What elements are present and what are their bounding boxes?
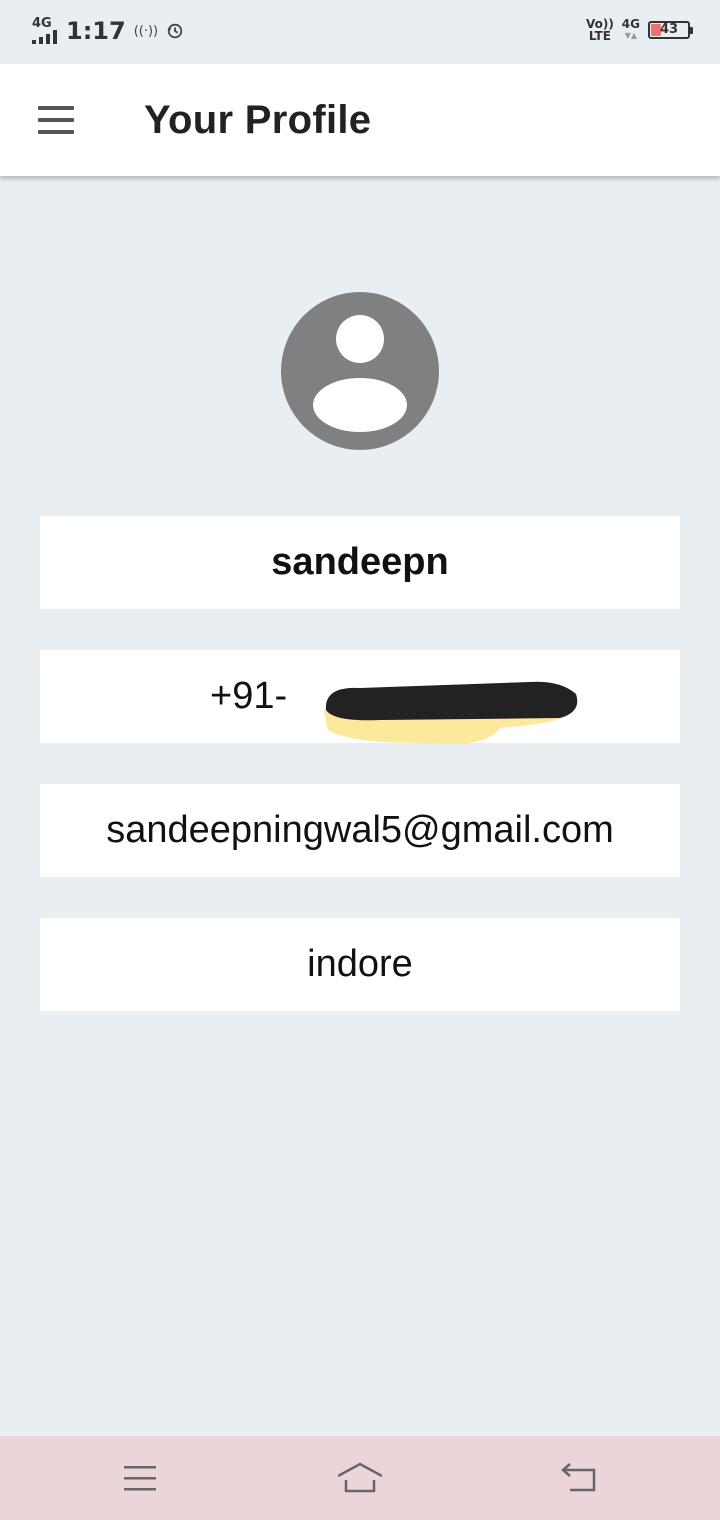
- status-left: 4G 1:17 ((·)): [30, 16, 184, 46]
- mobile-data-icon: 4G ▼▲: [622, 18, 640, 42]
- profile-email-text: sandeepningwal5@gmail.com: [106, 809, 614, 851]
- status-right: Vo)) LTE 4G ▼▲ 43: [586, 18, 693, 42]
- clock: 1:17: [66, 17, 126, 45]
- recents-icon[interactable]: [118, 1458, 162, 1498]
- app-bar: Your Profile: [0, 64, 720, 176]
- signal-icon: 4G: [30, 16, 62, 46]
- history-icon: [167, 23, 183, 39]
- profile-phone: +91-: [40, 650, 680, 744]
- system-nav-bar: [0, 1436, 720, 1520]
- page-title: Your Profile: [144, 98, 372, 142]
- network-type-label: 4G: [32, 16, 52, 31]
- person-icon: [281, 292, 439, 450]
- profile-city-text: indore: [307, 943, 413, 985]
- profile-name-text: sandeepn: [271, 541, 449, 583]
- profile-email: sandeepningwal5@gmail.com: [40, 784, 680, 877]
- redaction-scribble: [324, 681, 578, 744]
- battery-level: 43: [659, 22, 679, 37]
- status-bar: 4G 1:17 ((·)) Vo)) LTE 4G ▼▲ 43: [0, 0, 720, 64]
- profile-city: indore: [40, 918, 680, 1011]
- battery-icon: 43: [648, 21, 693, 39]
- hamburger-menu-icon[interactable]: [34, 104, 78, 136]
- volte-icon: Vo)) LTE: [586, 18, 614, 42]
- profile-name: sandeepn: [40, 516, 680, 609]
- hotspot-icon: ((·)): [133, 23, 159, 39]
- home-icon[interactable]: [338, 1458, 382, 1498]
- mobile-data-label: 4G: [621, 17, 640, 31]
- data-arrows-icon: ▼▲: [624, 31, 638, 40]
- phone-prefix: +91-: [210, 675, 288, 717]
- back-icon[interactable]: [558, 1458, 602, 1498]
- volte-bottom-label: LTE: [588, 29, 611, 43]
